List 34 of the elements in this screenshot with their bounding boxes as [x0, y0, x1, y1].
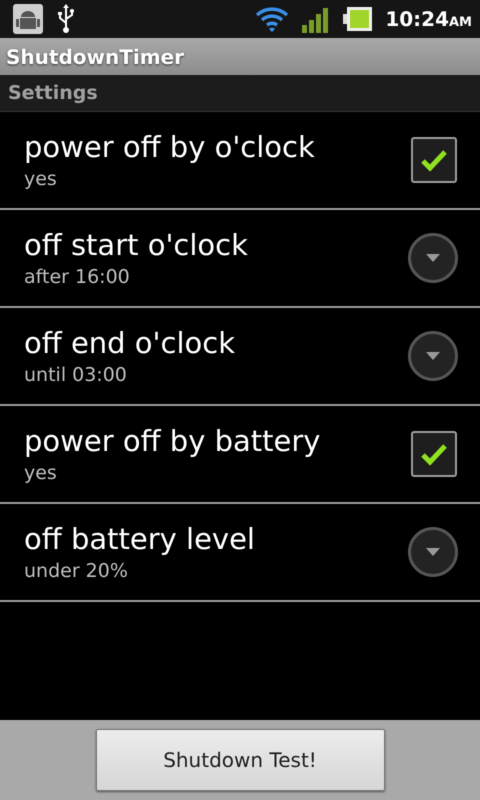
check-icon	[420, 442, 448, 466]
caret-icon	[426, 352, 440, 360]
preference-row[interactable]: power off by o'clock yes	[0, 112, 480, 210]
caret-icon	[426, 548, 440, 556]
caret-icon	[426, 254, 440, 262]
dropdown-button[interactable]	[408, 233, 458, 283]
check-icon	[420, 148, 448, 172]
preference-summary: yes	[24, 168, 58, 190]
preference-title: power off by battery	[24, 424, 322, 458]
checkbox[interactable]	[411, 137, 457, 183]
preference-title: off battery level	[24, 522, 256, 556]
preference-title: off start o'clock	[24, 228, 249, 262]
section-title: Settings	[8, 82, 98, 104]
battery-icon	[343, 6, 374, 32]
android-icon	[12, 3, 44, 35]
preference-summary: under 20%	[24, 560, 129, 582]
dropdown-button[interactable]	[408, 527, 458, 577]
preference-summary: yes	[24, 462, 58, 484]
preference-summary: until 03:00	[24, 364, 128, 386]
app-title: ShutdownTimer	[6, 44, 184, 68]
preference-summary: after 16:00	[24, 266, 131, 288]
shutdown-test-button[interactable]: Shutdown Test!	[96, 729, 384, 791]
checkbox[interactable]	[411, 431, 457, 477]
preference-title: off end o'clock	[24, 326, 236, 360]
preference-row[interactable]: off start o'clock after 16:00	[0, 210, 480, 308]
dropdown-button[interactable]	[408, 331, 458, 381]
preference-row[interactable]: off end o'clock until 03:00	[0, 308, 480, 406]
clock-time: 10:24	[385, 7, 449, 31]
preference-row[interactable]: power off by battery yes	[0, 406, 480, 504]
usb-icon	[56, 3, 76, 35]
wifi-icon	[255, 5, 290, 33]
preference-row[interactable]: off battery level under 20%	[0, 504, 480, 602]
clock-ampm: AM	[449, 15, 472, 30]
preference-title: power off by o'clock	[24, 130, 316, 164]
